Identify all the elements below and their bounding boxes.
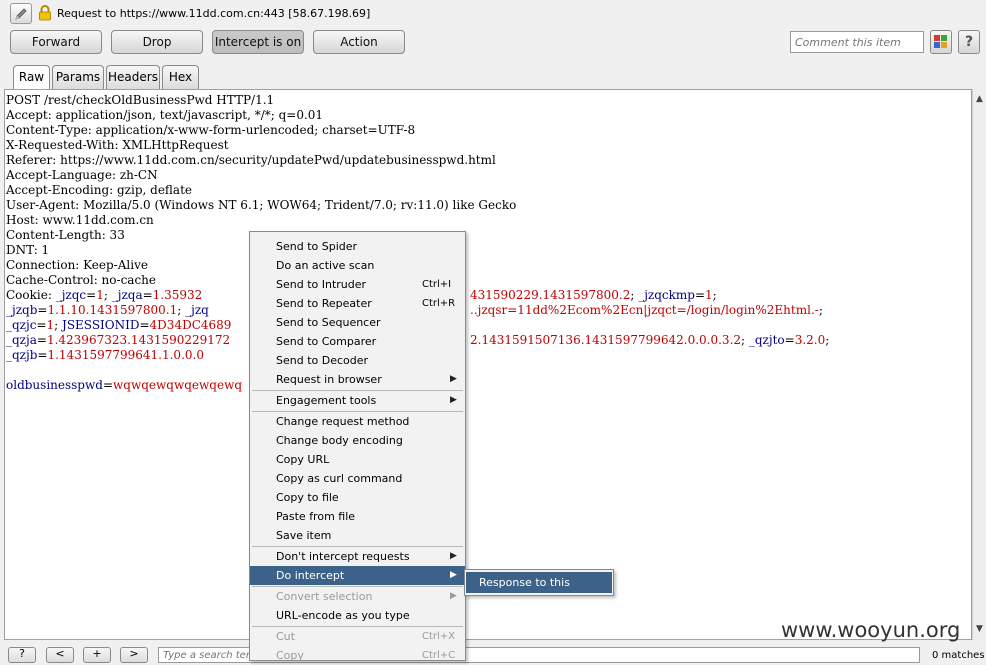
menu-copy-to-file[interactable]: Copy to file	[250, 488, 465, 507]
header-content-length: Content-Length: 33	[6, 228, 125, 242]
request-line: POST /rest/checkOldBusinessPwd HTTP/1.1	[6, 93, 275, 107]
submenu-arrow-icon: ▶	[450, 395, 457, 405]
submenu-arrow-icon: ▶	[450, 551, 457, 561]
header-host: Host: www.11dd.com.cn	[6, 213, 154, 227]
highlight-color-button[interactable]	[930, 30, 952, 54]
editor-scrollbar[interactable]: ▲ ▼	[972, 89, 986, 640]
scroll-up-icon[interactable]: ▲	[976, 94, 983, 104]
menu-send-to-comparer[interactable]: Send to Comparer	[250, 332, 465, 351]
header-accept: Accept: application/json, text/javascrip…	[6, 108, 324, 122]
header-cache-control: Cache-Control: no-cache	[6, 273, 156, 287]
menu-response-to-this-request[interactable]: Response to this request	[466, 572, 612, 610]
menu-save-item[interactable]: Save item	[250, 526, 465, 545]
menu-active-scan[interactable]: Do an active scan	[250, 256, 465, 275]
menu-convert-selection: Convert selection ▶	[250, 587, 465, 606]
submenu-arrow-icon: ▶	[450, 374, 457, 384]
cookie-line-2: _jzqb=1.1.10.1431597800.1; _jzq	[6, 303, 209, 317]
submenu-arrow-icon: ▶	[450, 570, 457, 580]
menu-dont-intercept[interactable]: Don't intercept requests ▶	[250, 547, 465, 566]
menu-paste-from-file[interactable]: Paste from file	[250, 507, 465, 526]
intercept-toggle-button[interactable]: Intercept is on	[212, 30, 304, 54]
search-bar: ? < + > 0 matches	[0, 641, 986, 663]
search-help-button[interactable]: ?	[8, 647, 36, 663]
header-content-type: Content-Type: application/x-www-form-url…	[6, 123, 416, 137]
tab-hex[interactable]: Hex	[162, 65, 199, 89]
comment-input[interactable]	[790, 31, 924, 53]
match-count: 0 matches	[932, 650, 985, 661]
menu-send-to-sequencer[interactable]: Send to Sequencer	[250, 313, 465, 332]
menu-change-body-encoding[interactable]: Change body encoding	[250, 431, 465, 450]
header-user-agent: User-Agent: Mozilla/5.0 (Windows NT 6.1;…	[6, 198, 517, 212]
menu-request-in-browser[interactable]: Request in browser ▶	[250, 370, 465, 389]
help-button[interactable]: ?	[958, 30, 980, 54]
action-button[interactable]: Action	[313, 30, 405, 54]
menu-change-request-method[interactable]: Change request method	[250, 412, 465, 431]
cookie-line-4-tail: 2.1431591507136.1431597799642.0.0.0.3.2;…	[470, 333, 830, 347]
header-accept-encoding: Accept-Encoding: gzip, deflate	[6, 183, 193, 197]
cookie-line-2-tail: ..jzqsr=11dd%2Ecom%2Ecn|jzqct=/login/log…	[470, 303, 823, 317]
header-connection: Connection: Keep-Alive	[6, 258, 148, 272]
cookie-line-3: _qzjc=1; JSESSIONID=4D34DC4689	[6, 318, 232, 332]
scroll-down-icon[interactable]: ▼	[976, 624, 983, 634]
cookie-line-1-tail: 431590229.1431597800.2; _jzqckmp=1;	[470, 288, 717, 302]
help-icon: ?	[964, 34, 974, 50]
menu-cut: Cut Ctrl+X	[276, 630, 456, 643]
search-prev-button[interactable]: <	[46, 647, 74, 663]
lock-icon	[39, 5, 51, 21]
pencil-icon	[15, 8, 27, 20]
request-info: Request to https://www.11dd.com.cn:443 […	[57, 7, 371, 20]
color-grid-icon	[934, 35, 948, 49]
submenu-arrow-icon: ▶	[450, 591, 457, 601]
menu-engagement-tools[interactable]: Engagement tools ▶	[250, 391, 465, 410]
watermark: www.wooyun.org	[781, 618, 961, 642]
search-add-button[interactable]: +	[83, 647, 111, 663]
forward-button[interactable]: Forward	[10, 30, 102, 54]
menu-send-to-repeater[interactable]: Send to Repeater Ctrl+R	[250, 294, 465, 313]
menu-send-to-spider[interactable]: Send to Spider	[250, 237, 465, 256]
menu-copy-as-curl[interactable]: Copy as curl command	[250, 469, 465, 488]
edit-request-button[interactable]	[10, 3, 32, 24]
tab-headers[interactable]: Headers	[106, 65, 160, 89]
search-next-button[interactable]: >	[120, 647, 148, 663]
header-dnt: DNT: 1	[6, 243, 50, 257]
menu-do-intercept[interactable]: Do intercept ▶	[250, 566, 465, 585]
title-bar: Request to https://www.11dd.com.cn:443 […	[0, 0, 986, 28]
header-accept-language: Accept-Language: zh-CN	[6, 168, 158, 182]
cookie-line-4: _qzja=1.423967323.1431590229172	[6, 333, 231, 347]
header-x-requested-with: X-Requested-With: XMLHttpRequest	[6, 138, 229, 152]
menu-send-to-decoder[interactable]: Send to Decoder	[250, 351, 465, 370]
menu-copy: Copy Ctrl+C	[276, 649, 456, 662]
tab-raw[interactable]: Raw	[13, 65, 50, 90]
header-referer: Referer: https://www.11dd.com.cn/securit…	[6, 153, 496, 167]
menu-send-to-intruder[interactable]: Send to Intruder Ctrl+I	[250, 275, 465, 294]
drop-button[interactable]: Drop	[111, 30, 203, 54]
menu-url-encode[interactable]: URL-encode as you type	[250, 606, 465, 625]
menu-copy-url[interactable]: Copy URL	[250, 450, 465, 469]
cookie-line-5: _qzjb=1.1431597799641.1.0.0.0	[6, 348, 204, 362]
request-editor[interactable]: POST /rest/checkOldBusinessPwd HTTP/1.1 …	[4, 89, 972, 640]
cookie-line-1: Cookie: _jzqc=1; _jzqa=1.35932	[6, 288, 203, 302]
context-menu: Send to Spider Do an active scan Send to…	[249, 231, 466, 662]
tab-params[interactable]: Params	[52, 65, 104, 89]
do-intercept-submenu: Response to this request	[464, 569, 614, 610]
request-body: oldbusinesspwd=wqwqewqwqewqewq	[6, 378, 243, 392]
